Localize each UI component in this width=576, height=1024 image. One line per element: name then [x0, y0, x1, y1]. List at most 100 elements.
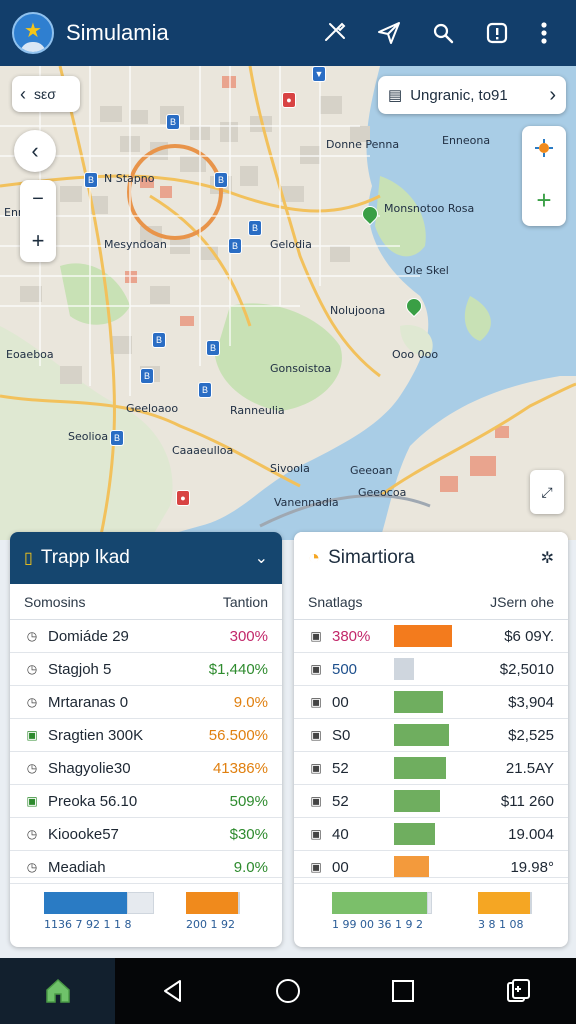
- row-bar-fill: [394, 691, 444, 713]
- simulation-panel: ◔ Simartiora ✲ Snatlags JSern ohe ▣ 380% $…: [294, 532, 568, 947]
- row-value: 19.98°: [510, 858, 554, 876]
- badge-icon: ▣: [26, 794, 38, 808]
- nav-back[interactable]: [115, 958, 230, 1024]
- map-side-tools: +: [522, 126, 566, 226]
- row-value: 9.0%: [233, 858, 268, 876]
- map-label: Nolujoona: [330, 304, 386, 317]
- map-view[interactable]: Ν Stapno Donne Penna Ennr Mlia Mesyndoan…: [0, 66, 576, 540]
- map-label: Geeoan: [350, 464, 393, 477]
- map-pin-icon[interactable]: B: [110, 430, 124, 446]
- map-pin-icon[interactable]: ●: [282, 92, 296, 108]
- map-label: Donne Penna: [326, 138, 400, 151]
- row-value: 19.004: [508, 825, 554, 843]
- footer-bar-group: 1136 7 92 1 1 8: [44, 892, 154, 931]
- table-row[interactable]: ▣ Preoka 56.10 509%: [10, 785, 282, 818]
- row-bar-fill: [394, 757, 447, 779]
- table-row[interactable]: ▣ 500 $2,5010: [294, 653, 568, 686]
- compass-button[interactable]: ⤢: [530, 470, 564, 514]
- map-icon: ▤: [388, 87, 403, 104]
- map-label: Ole Skel: [404, 264, 449, 277]
- table-row[interactable]: ◷ Mrtaranas 0 9.0%: [10, 686, 282, 719]
- clock-icon: ◷: [26, 827, 38, 841]
- column-header: Snatlags: [308, 593, 363, 610]
- table-row[interactable]: ▣ S0 $2,525: [294, 719, 568, 752]
- table-row[interactable]: ◷ Kioooke57 $30%: [10, 818, 282, 851]
- row-value: $30%: [229, 825, 268, 843]
- table-row[interactable]: ▣ 40 19.004: [294, 818, 568, 851]
- notification-icon[interactable]: [470, 6, 524, 60]
- row-value: 56.500%: [208, 726, 268, 744]
- back-triangle-icon: [163, 980, 181, 1002]
- map-pin-icon[interactable]: B: [214, 172, 228, 188]
- app-logo[interactable]: ★: [12, 12, 54, 54]
- clock-icon: ◷: [26, 662, 38, 676]
- table-row[interactable]: ◷ Domiáde 29 300%: [10, 620, 282, 653]
- traffic-list: ◷ Domiáde 29 300% ◷ Stagjoh 5 $1,440% ◷ Mrtaran…: [10, 620, 282, 884]
- map-pin-icon[interactable]: B: [248, 220, 262, 236]
- chevron-left-icon: ‹: [31, 138, 39, 163]
- chevron-down-icon[interactable]: ⌄: [255, 548, 268, 568]
- traffic-panel-header[interactable]: ▯ Trapp lkad ⌄: [10, 532, 282, 584]
- zoom-in-icon[interactable]: +: [32, 228, 45, 254]
- send-icon[interactable]: [362, 6, 416, 60]
- row-value: $2,525: [508, 726, 554, 744]
- map-pin-icon[interactable]: B: [84, 172, 98, 188]
- footer-bar-rest: [238, 892, 240, 914]
- map-label: Ooo 0oo: [392, 348, 439, 361]
- simulation-panel-header[interactable]: ◔ Simartiora ✲: [294, 532, 568, 584]
- row-name: Sragtien 300K: [48, 726, 144, 744]
- map-pin-icon[interactable]: B: [152, 332, 166, 348]
- status-icon: ▣: [310, 728, 322, 742]
- map-pin-icon[interactable]: B: [140, 368, 154, 384]
- map-label: Vanennadia: [274, 496, 339, 509]
- map-pin-icon[interactable]: B: [228, 238, 242, 254]
- table-row[interactable]: ◷ Shagyolie30 41386%: [10, 752, 282, 785]
- map-pin-icon[interactable]: ●: [176, 490, 190, 506]
- status-icon: ▣: [310, 860, 322, 874]
- map-pin-icon[interactable]: B: [206, 340, 220, 356]
- table-row[interactable]: ▣ Sragtien 300K 56.500%: [10, 719, 282, 752]
- back-chip-label: sεσ: [34, 86, 56, 102]
- more-icon[interactable]: [524, 6, 564, 60]
- footer-label: 200 1 92: [186, 918, 235, 931]
- map-back-button[interactable]: ‹: [14, 130, 56, 172]
- nav-switch[interactable]: [461, 958, 576, 1024]
- add-icon[interactable]: +: [536, 185, 551, 216]
- clock-icon: ◷: [26, 761, 38, 775]
- map-label: Ranneulia: [230, 404, 285, 417]
- appbar-actions: [308, 6, 564, 60]
- table-row[interactable]: ▣ 52 $11 260: [294, 785, 568, 818]
- route-chip[interactable]: ▤ Ungranic, to91 ›: [378, 76, 566, 114]
- status-icon: ▣: [310, 629, 322, 643]
- badge-icon: ▣: [26, 728, 38, 742]
- zoom-out-icon[interactable]: −: [32, 188, 44, 211]
- settings-icon[interactable]: ✲: [541, 548, 554, 568]
- row-name: Shagyolie30: [48, 759, 131, 777]
- nav-home-circle[interactable]: [230, 958, 345, 1024]
- map-pin-icon[interactable]: B: [166, 114, 180, 130]
- panel-footer: 1136 7 92 1 1 8 200 1 92: [10, 877, 282, 947]
- layers-icon[interactable]: [533, 137, 555, 164]
- footer-label: 3 8 1 08: [478, 918, 524, 931]
- map-label: Sivoola: [270, 462, 310, 475]
- row-bar: [394, 724, 452, 746]
- loading-icon: ◔: [308, 546, 321, 569]
- search-icon[interactable]: [416, 6, 470, 60]
- map-back-chip[interactable]: ‹ sεσ: [12, 76, 80, 112]
- row-name: Domiáde 29: [48, 627, 129, 645]
- map-pin-icon[interactable]: B: [198, 382, 212, 398]
- map-label: Ν Stapno: [104, 172, 155, 185]
- nav-recents[interactable]: [346, 958, 461, 1024]
- column-header: Somosins: [24, 593, 86, 610]
- map-pin-icon[interactable]: ▼: [312, 66, 326, 82]
- table-row[interactable]: ◷ Stagjoh 5 $1,440%: [10, 653, 282, 686]
- tools-icon[interactable]: [308, 6, 362, 60]
- nav-home[interactable]: [0, 958, 116, 1024]
- row-bar: [394, 823, 452, 845]
- table-row[interactable]: ▣ 380% $6 09Y.: [294, 620, 568, 653]
- table-row[interactable]: ▣ 00 $3,904: [294, 686, 568, 719]
- row-bar: [394, 757, 452, 779]
- table-row[interactable]: ▣ 52 21.5AY: [294, 752, 568, 785]
- panel-title: Simartiora: [328, 547, 415, 568]
- row-value: $11 260: [500, 792, 554, 810]
